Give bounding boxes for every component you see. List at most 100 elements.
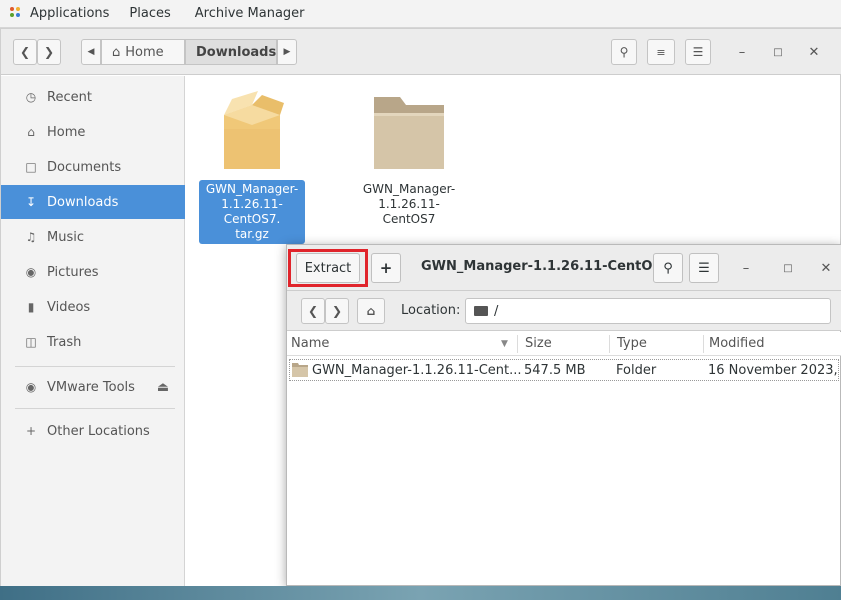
archive-minimize-button[interactable]: – <box>735 257 757 279</box>
sidebar-item-music[interactable]: ♫ Music <box>1 220 185 254</box>
search-icon: ⚲ <box>663 260 673 276</box>
archive-menu-button[interactable]: ☰ <box>689 253 719 283</box>
applications-label: Applications <box>30 6 110 21</box>
hamburger-icon: ☰ <box>698 260 710 276</box>
file-item-folder[interactable]: GWN_Manager- 1.1.26.11-CentOS7 <box>351 93 467 229</box>
column-name[interactable]: Name <box>291 336 329 351</box>
archive-headerbar: Extract + GWN_Manager-1.1.26.11-CentO...… <box>287 245 841 291</box>
back-button[interactable]: ❮ <box>13 39 37 65</box>
sidebar-item-label: Videos <box>47 299 91 315</box>
home-icon: ⌂ <box>112 44 121 60</box>
chevron-left-icon: ❮ <box>19 45 31 59</box>
row-type: Folder <box>616 363 657 378</box>
view-toggle-button[interactable]: ≡ <box>647 39 675 65</box>
path-scroll-left-button[interactable]: ◀ <box>81 39 101 65</box>
home-icon: ⌂ <box>366 304 376 318</box>
sidebar-item-label: Music <box>47 229 84 245</box>
sidebar-item-other-locations[interactable]: + Other Locations <box>1 414 185 448</box>
path-current-label: Downloads <box>196 44 277 60</box>
document-icon: □ <box>25 160 37 174</box>
forward-button[interactable]: ❯ <box>37 39 61 65</box>
plus-icon: + <box>379 259 393 277</box>
video-icon: ▮ <box>27 300 35 314</box>
path-scroll-right-button[interactable]: ▶ <box>277 39 297 65</box>
extract-highlight <box>288 249 368 287</box>
path-home-button[interactable]: ⌂ Home <box>101 39 185 65</box>
sidebar-item-label: Home <box>47 124 86 140</box>
sidebar-item-label: Other Locations <box>47 423 150 439</box>
sidebar-item-downloads[interactable]: ↧ Downloads <box>1 185 185 219</box>
download-icon: ↧ <box>25 195 37 209</box>
chevron-left-icon: ❮ <box>307 304 319 318</box>
sidebar-item-recent[interactable]: ◷ Recent <box>1 80 185 114</box>
files-headerbar: ❮ ❯ ◀ ⌂ Home Downloads ▶ ⚲ ≡ ☰ – □ ✕ <box>1 29 841 75</box>
sidebar-item-documents[interactable]: □ Documents <box>1 150 185 184</box>
search-icon: ⚲ <box>619 45 629 59</box>
eject-icon[interactable]: ⏏ <box>157 380 169 395</box>
path-home-label: Home <box>125 44 164 60</box>
column-separator[interactable] <box>703 335 704 353</box>
archive-title: GWN_Manager-1.1.26.11-CentO... <box>421 259 667 274</box>
home-icon: ⌂ <box>27 125 35 139</box>
triangle-right-icon: ▶ <box>283 47 291 57</box>
sort-arrow-icon: ▼ <box>501 339 508 349</box>
minimize-icon: – <box>738 44 746 60</box>
path-current-button[interactable]: Downloads <box>185 39 277 65</box>
column-type[interactable]: Type <box>617 336 647 351</box>
sidebar-item-home[interactable]: ⌂ Home <box>1 115 185 149</box>
close-button[interactable]: ✕ <box>803 41 825 63</box>
music-icon: ♫ <box>25 230 37 244</box>
sidebar-item-vmware-tools[interactable]: ◉ VMware Tools ⏏ <box>1 370 185 404</box>
close-icon: ✕ <box>808 44 820 60</box>
sidebar-separator <box>15 408 175 409</box>
minimize-icon: – <box>742 260 750 276</box>
column-separator[interactable] <box>517 335 518 353</box>
location-bar: ❮ ❯ ⌂ Location: / <box>287 291 841 331</box>
chevron-right-icon: ❯ <box>331 304 343 318</box>
column-separator[interactable] <box>609 335 610 353</box>
desktop-background <box>0 586 841 600</box>
sidebar-item-trash[interactable]: ◫ Trash <box>1 325 185 359</box>
location-input[interactable]: / <box>465 298 831 324</box>
folder-icon <box>374 97 444 169</box>
places-sidebar: ◷ Recent ⌂ Home □ Documents ↧ Downloads ♫ Mus… <box>1 76 185 588</box>
archive-back-button[interactable]: ❮ <box>301 298 325 324</box>
archive-home-button[interactable]: ⌂ <box>357 298 385 324</box>
file-item-archive[interactable]: GWN_Manager- 1.1.26.11-CentOS7. tar.gz <box>199 85 305 244</box>
top-panel: Applications Places Archive Manager <box>0 0 841 28</box>
column-modified[interactable]: Modified <box>709 336 764 351</box>
table-row[interactable]: GWN_Manager-1.1.26.11-Cent... 547.5 MB F… <box>289 359 839 381</box>
plus-icon: + <box>25 424 37 438</box>
trash-icon: ◫ <box>25 335 37 349</box>
column-header: Name ▼ Size Type Modified <box>287 332 841 356</box>
add-files-button[interactable]: + <box>371 253 401 283</box>
hamburger-icon: ☰ <box>692 45 704 59</box>
minimize-button[interactable]: – <box>731 41 753 63</box>
maximize-icon: □ <box>773 46 783 58</box>
archive-maximize-button[interactable]: □ <box>777 257 799 279</box>
location-value: / <box>494 303 499 319</box>
archive-manager-window: Extract + GWN_Manager-1.1.26.11-CentO...… <box>286 244 841 586</box>
list-view-icon: ≡ <box>656 45 666 59</box>
clock-icon: ◷ <box>25 90 37 104</box>
archive-search-button[interactable]: ⚲ <box>653 253 683 283</box>
sidebar-item-label: VMware Tools <box>47 379 135 395</box>
sidebar-item-label: Trash <box>47 334 82 350</box>
sidebar-separator <box>15 366 175 367</box>
menu-button[interactable]: ☰ <box>685 39 711 65</box>
applications-icon <box>10 6 24 21</box>
applications-menu[interactable]: Applications <box>0 0 119 28</box>
maximize-button[interactable]: □ <box>767 41 789 63</box>
sidebar-item-pictures[interactable]: ◉ Pictures <box>1 255 185 289</box>
column-size[interactable]: Size <box>525 336 552 351</box>
maximize-icon: □ <box>783 262 793 274</box>
sidebar-item-videos[interactable]: ▮ Videos <box>1 290 185 324</box>
archive-forward-button[interactable]: ❯ <box>325 298 349 324</box>
row-name: GWN_Manager-1.1.26.11-Cent... <box>312 363 522 378</box>
folder-icon <box>292 362 308 377</box>
search-button[interactable]: ⚲ <box>611 39 637 65</box>
active-app-menu[interactable]: Archive Manager <box>181 0 315 28</box>
places-menu[interactable]: Places <box>119 0 180 28</box>
archive-close-button[interactable]: ✕ <box>815 257 837 279</box>
folder-icon <box>474 306 488 316</box>
